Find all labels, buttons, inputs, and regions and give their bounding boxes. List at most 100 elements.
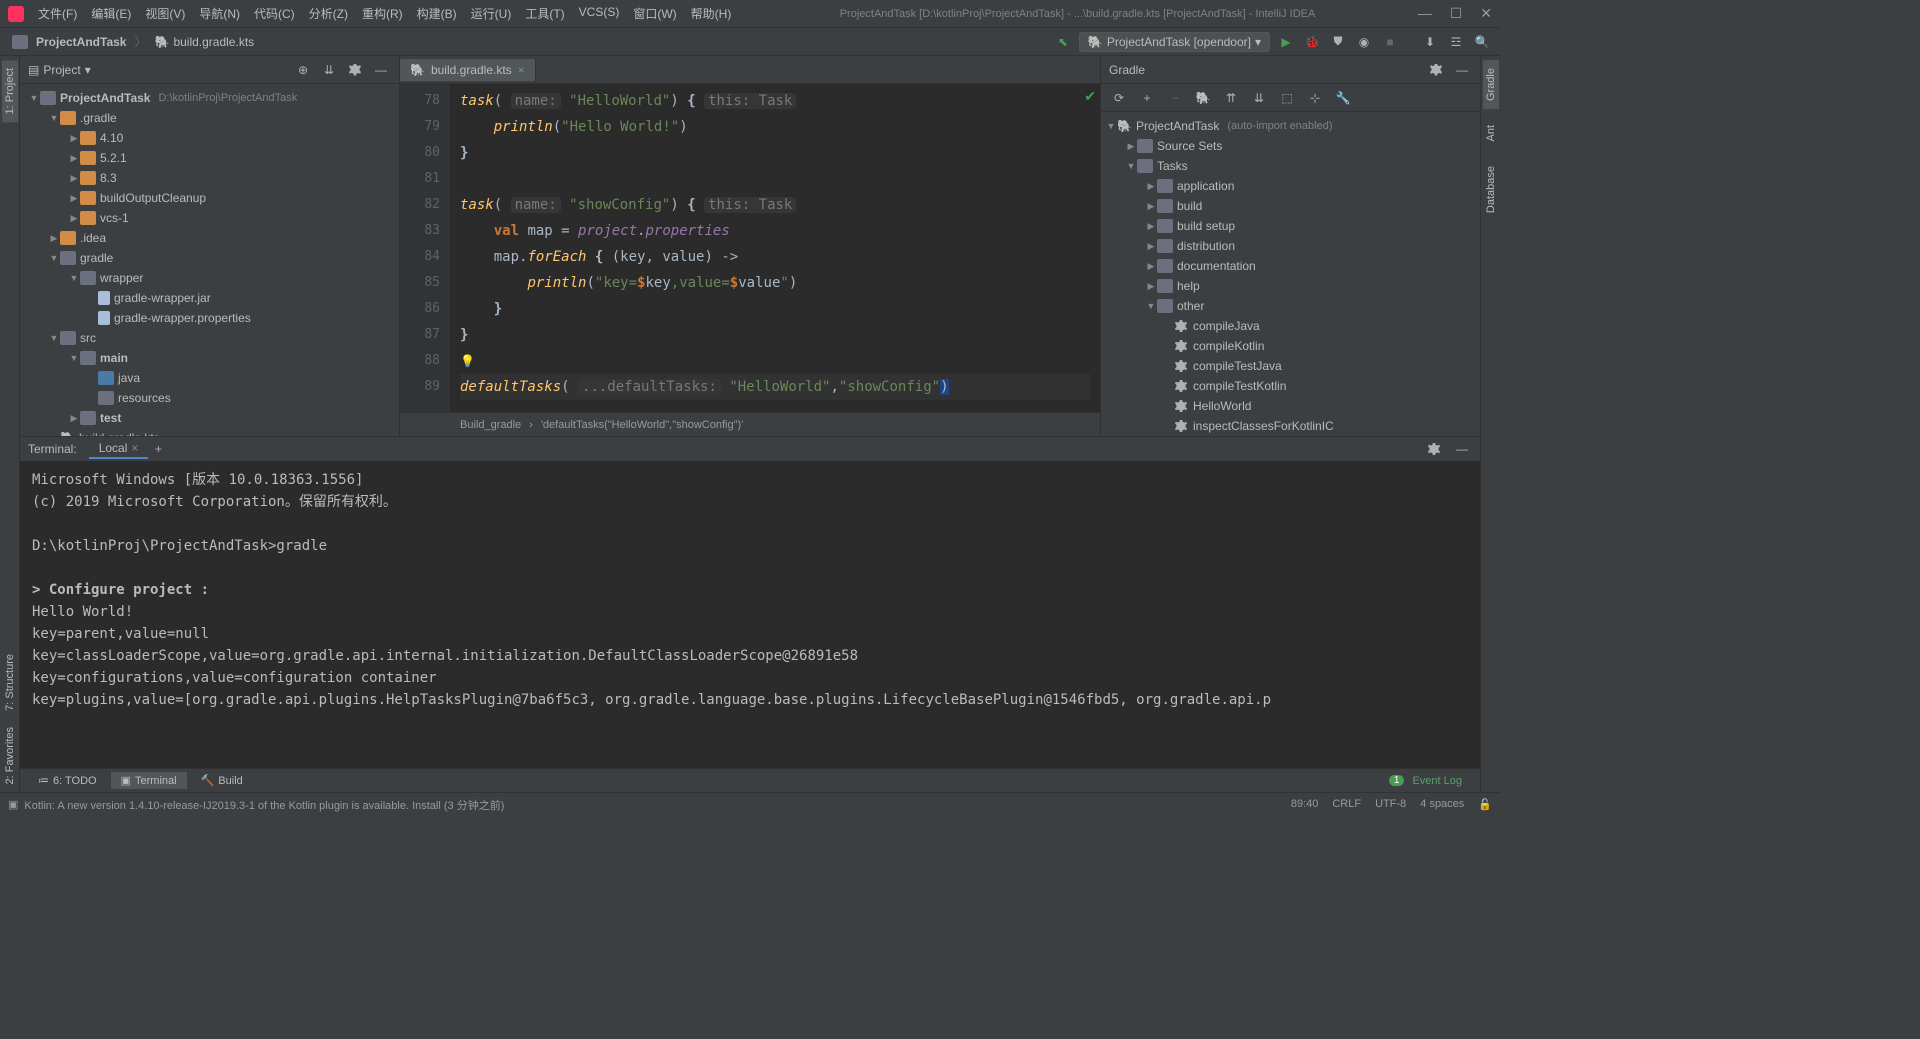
menu-analyze[interactable]: 分析(Z) <box>303 3 354 24</box>
tree-item[interactable]: compileTestJava <box>1101 356 1480 376</box>
tree-item[interactable]: ▶documentation <box>1101 256 1480 276</box>
tree-item[interactable]: ▶build setup <box>1101 216 1480 236</box>
tree-item[interactable]: ▶help <box>1101 276 1480 296</box>
gutter-tab-gradle[interactable]: Gradle <box>1483 60 1499 109</box>
code-area[interactable]: task( name: "HelloWorld") { this: Task p… <box>450 84 1100 412</box>
vcs-commit-icon[interactable]: ☲ <box>1446 32 1466 52</box>
line-separator[interactable]: CRLF <box>1332 798 1361 811</box>
tree-item[interactable]: java <box>20 368 399 388</box>
tree-item[interactable]: resources <box>20 388 399 408</box>
breadcrumb-file[interactable]: 🐘 build.gradle.kts <box>150 33 258 51</box>
gutter-tab-project[interactable]: 1: Project <box>2 60 18 122</box>
gutter-tab-favorites[interactable]: 2: Favorites <box>2 719 18 792</box>
file-encoding[interactable]: UTF-8 <box>1375 798 1406 811</box>
close-tab-icon[interactable]: × <box>518 63 525 77</box>
settings-icon[interactable] <box>1424 439 1444 459</box>
tree-item[interactable]: 🐘build.gradle.kts <box>20 428 399 436</box>
menu-build[interactable]: 构建(B) <box>411 3 463 24</box>
bottom-tab-todo[interactable]: ≔6: TODO <box>28 772 107 789</box>
menu-navigate[interactable]: 导航(N) <box>193 3 246 24</box>
bottom-tab-terminal[interactable]: ▣Terminal <box>111 772 187 789</box>
tree-item[interactable]: gradle-wrapper.jar <box>20 288 399 308</box>
tree-item[interactable]: ▶5.2.1 <box>20 148 399 168</box>
profile-button[interactable]: ◉ <box>1354 32 1374 52</box>
tree-item[interactable]: ▶Source Sets <box>1101 136 1480 156</box>
tree-item[interactable]: ▼wrapper <box>20 268 399 288</box>
gutter-tab-ant[interactable]: Ant <box>1483 117 1499 150</box>
tree-item[interactable]: compileKotlin <box>1101 336 1480 356</box>
hide-panel-icon[interactable]: — <box>371 60 391 80</box>
tree-item[interactable]: ▶8.3 <box>20 168 399 188</box>
gutter-tab-database[interactable]: Database <box>1483 158 1499 221</box>
tree-item[interactable]: ▶4.10 <box>20 128 399 148</box>
tree-root[interactable]: ▼🐘ProjectAndTask(auto-import enabled) <box>1101 116 1480 136</box>
hide-panel-icon[interactable]: — <box>1452 439 1472 459</box>
close-button[interactable]: ✕ <box>1480 5 1492 22</box>
menu-run[interactable]: 运行(U) <box>465 3 518 24</box>
run-button[interactable]: ▶ <box>1276 32 1296 52</box>
menu-refactor[interactable]: 重构(R) <box>356 3 409 24</box>
terminal-body[interactable]: Microsoft Windows [版本 10.0.18363.1556] (… <box>20 461 1480 768</box>
add-terminal-icon[interactable]: + <box>148 439 168 459</box>
tree-item[interactable]: ▼.gradle <box>20 108 399 128</box>
menu-tools[interactable]: 工具(T) <box>519 3 570 24</box>
status-message[interactable]: Kotlin: A new version 1.4.10-release-IJ2… <box>24 797 504 813</box>
gutter-tab-structure[interactable]: 7: Structure <box>2 646 18 719</box>
editor-body[interactable]: ✔ 78 79 80 81 82 83 84 85 86 87 88 89 <box>400 84 1100 412</box>
bc-class[interactable]: Build_gradle <box>460 419 521 431</box>
maximize-button[interactable]: ☐ <box>1450 5 1463 22</box>
coverage-button[interactable]: ⛊ <box>1328 32 1348 52</box>
run-config-selector[interactable]: 🐘 ProjectAndTask [opendoor] ▾ <box>1079 32 1270 52</box>
menu-edit[interactable]: 编辑(E) <box>85 3 137 24</box>
tree-item[interactable]: compileJava <box>1101 316 1480 336</box>
menu-file[interactable]: 文件(F) <box>32 3 83 24</box>
settings-icon[interactable] <box>345 60 365 80</box>
close-tab-icon[interactable]: × <box>131 441 138 455</box>
tree-item[interactable]: ▶distribution <box>1101 236 1480 256</box>
menu-code[interactable]: 代码(C) <box>248 3 301 24</box>
hide-panel-icon[interactable]: — <box>1452 60 1472 80</box>
refresh-icon[interactable]: ⟳ <box>1109 88 1129 108</box>
add-icon[interactable]: + <box>1137 88 1157 108</box>
menu-view[interactable]: 视图(V) <box>139 3 191 24</box>
cursor-position[interactable]: 89:40 <box>1291 798 1319 811</box>
collapse-all-icon[interactable]: ⇊ <box>1249 88 1269 108</box>
bulb-icon[interactable]: 💡 <box>460 354 475 368</box>
menu-help[interactable]: 帮助(H) <box>685 3 738 24</box>
tree-root[interactable]: ▼ProjectAndTaskD:\kotlinProj\ProjectAndT… <box>20 88 399 108</box>
tree-item[interactable]: ▼Tasks <box>1101 156 1480 176</box>
project-tree[interactable]: ▼ProjectAndTaskD:\kotlinProj\ProjectAndT… <box>20 84 399 436</box>
tree-item[interactable]: ▼main <box>20 348 399 368</box>
tree-item[interactable]: ▶vcs-1 <box>20 208 399 228</box>
stop-button[interactable]: ■ <box>1380 32 1400 52</box>
tree-item[interactable]: inspectClassesForKotlinIC <box>1101 416 1480 436</box>
gradle-tree[interactable]: ▼🐘ProjectAndTask(auto-import enabled) ▶S… <box>1101 112 1480 436</box>
vcs-update-icon[interactable]: ⬇ <box>1420 32 1440 52</box>
tree-item[interactable]: ▼other <box>1101 296 1480 316</box>
remove-icon[interactable]: − <box>1165 88 1185 108</box>
tree-item[interactable]: ▼gradle <box>20 248 399 268</box>
scroll-from-source-icon[interactable]: ⊕ <box>293 60 313 80</box>
project-panel-title[interactable]: ▤ Project ▾ <box>28 63 91 77</box>
bc-method[interactable]: 'defaultTasks("HelloWorld","showConfig")… <box>541 419 743 431</box>
build-icon[interactable]: ⬉ <box>1053 32 1073 52</box>
tree-item[interactable]: ▶application <box>1101 176 1480 196</box>
menu-vcs[interactable]: VCS(S) <box>573 3 626 24</box>
status-icon[interactable]: ▣ <box>8 798 18 811</box>
bottom-tab-build[interactable]: 🔨Build <box>191 772 253 789</box>
tree-item[interactable]: compileTestKotlin <box>1101 376 1480 396</box>
search-icon[interactable]: 🔍 <box>1472 32 1492 52</box>
breadcrumb-root[interactable]: ProjectAndTask <box>8 33 130 51</box>
terminal-tab-local[interactable]: Local × <box>89 439 149 459</box>
collapse-all-icon[interactable]: ⇊ <box>319 60 339 80</box>
tree-item[interactable]: ▶build <box>1101 196 1480 216</box>
debug-button[interactable]: 🐞 <box>1302 32 1322 52</box>
minimize-button[interactable]: — <box>1418 5 1432 22</box>
tree-item[interactable]: HelloWorld <box>1101 396 1480 416</box>
lock-icon[interactable]: 🔓 <box>1478 798 1492 811</box>
tree-item[interactable]: gradle-wrapper.properties <box>20 308 399 328</box>
wrench-icon[interactable]: 🔧 <box>1333 88 1353 108</box>
toggle-offline-icon[interactable]: ⬚ <box>1277 88 1297 108</box>
tree-item[interactable]: ▶.idea <box>20 228 399 248</box>
tree-item[interactable]: ▶test <box>20 408 399 428</box>
